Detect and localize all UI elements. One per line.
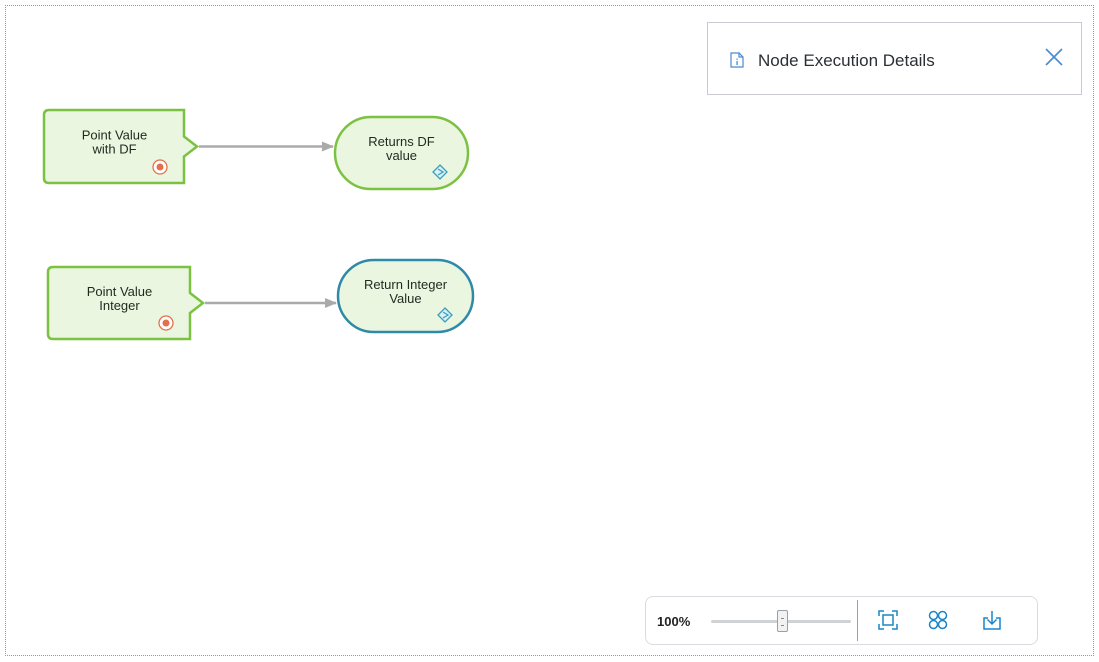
edge-layer xyxy=(199,141,337,308)
node-label: Point Value xyxy=(82,128,148,143)
node-label: Integer xyxy=(99,298,140,313)
panel-title: Node Execution Details xyxy=(758,51,935,70)
node-label: Returns DF xyxy=(368,134,435,149)
target-icon xyxy=(158,315,174,331)
node-label: with DF xyxy=(91,142,136,157)
zoom-toolbar: 100% xyxy=(645,596,1038,645)
flow-node-pv_int[interactable]: Point ValueInteger xyxy=(46,265,206,341)
node-label: Return Integer xyxy=(364,277,448,292)
flow-diagram: Point Valuewith DF Returns DFvaluePoint V… xyxy=(42,108,475,341)
fit-to-screen-icon[interactable] xyxy=(877,609,899,631)
flow-node-pv_df[interactable]: Point Valuewith DF xyxy=(42,108,200,185)
zoom-level-label: 100% xyxy=(657,614,691,629)
node-label: Value xyxy=(389,291,421,306)
node-label: value xyxy=(386,148,417,163)
target-icon xyxy=(152,159,168,175)
layout-grid-icon[interactable] xyxy=(927,609,949,631)
download-icon[interactable] xyxy=(981,609,1003,631)
close-icon[interactable] xyxy=(1044,47,1064,67)
toolbar-divider xyxy=(857,600,858,641)
node-execution-details-panel: Node Execution Details xyxy=(707,22,1082,95)
info-document-icon xyxy=(730,52,744,68)
zoom-slider-handle[interactable] xyxy=(777,610,788,632)
node-label: Point Value xyxy=(87,284,153,299)
flow-node-ret_df[interactable]: Returns DFvalue xyxy=(333,115,470,191)
flow-node-ret_int[interactable]: Return IntegerValue xyxy=(336,258,475,334)
node-layer: Point Valuewith DF Returns DFvaluePoint V… xyxy=(42,108,475,341)
